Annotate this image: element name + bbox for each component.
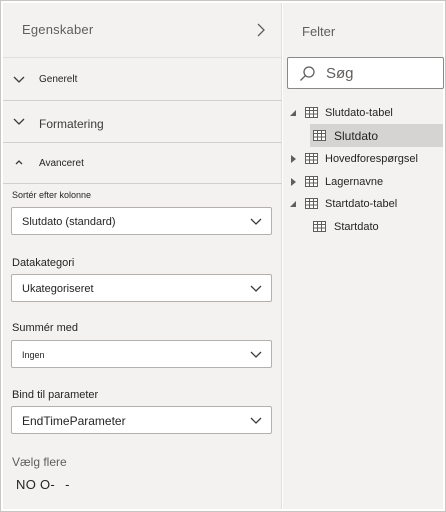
table-icon <box>305 176 318 187</box>
chevron-down-icon <box>250 351 262 358</box>
multi-select-label: Vælg flere <box>12 455 67 469</box>
tree-item-label: Slutdato-tabel <box>325 107 393 119</box>
chevron-up-icon <box>15 160 23 165</box>
properties-title: Egenskaber <box>22 22 94 37</box>
table-icon <box>313 130 326 141</box>
chevron-right-icon[interactable] <box>254 21 268 39</box>
bind-to-parameter-dropdown[interactable]: EndTimeParameter <box>11 406 272 434</box>
multi-select-toggle[interactable]: NO O- - <box>16 477 70 492</box>
tree-item-label: Hovedforespørgsel <box>325 153 418 165</box>
sort-by-dropdown[interactable]: Slutdato (standard) <box>11 207 272 235</box>
multi-select-toggle-extra: - <box>65 477 70 492</box>
fields-title: Felter <box>302 24 336 39</box>
table-icon <box>305 198 318 209</box>
tree-item-label: Startdato <box>334 221 379 233</box>
summarize-by-label: Summér med <box>12 322 79 334</box>
chevron-down-icon <box>250 218 262 225</box>
sort-by-value: Slutdato (standard) <box>22 216 116 228</box>
multi-select-toggle-text: NO O- <box>16 477 56 492</box>
section-general-label: Generelt <box>39 74 78 85</box>
sort-by-label: Sortér efter kolonne <box>12 190 92 200</box>
tree-table-lagernavne[interactable]: Lagernavne <box>283 171 443 193</box>
section-advanced[interactable]: Avanceret <box>3 143 282 184</box>
collapsed-triangle-icon[interactable] <box>290 155 298 163</box>
section-advanced-label: Avanceret <box>39 158 84 169</box>
fields-pane: Felter Slutdato-tabel Slutdato Hovedfore… <box>283 3 444 509</box>
collapsed-triangle-icon[interactable] <box>290 178 298 186</box>
expanded-triangle-icon[interactable] <box>289 109 297 117</box>
data-category-dropdown[interactable]: Ukategoriseret <box>11 274 272 302</box>
search-input[interactable] <box>326 63 436 83</box>
data-category-label: Datakategori <box>12 257 75 269</box>
chevron-down-icon <box>13 118 25 125</box>
bind-to-parameter-label: Bind til parameter <box>12 389 99 401</box>
search-icon <box>300 66 315 81</box>
table-icon <box>305 153 318 164</box>
section-general[interactable]: Generelt <box>3 59 282 101</box>
bind-to-parameter-value: EndTimeParameter <box>22 414 126 428</box>
summarize-by-dropdown[interactable]: Ingen <box>11 340 272 368</box>
tree-item-label: Startdato-tabel <box>325 198 398 210</box>
properties-pane: Egenskaber Generelt Formatering Avancere… <box>3 3 282 509</box>
chevron-down-icon <box>250 417 262 424</box>
tree-table-startdato[interactable]: Startdato-tabel <box>283 193 443 215</box>
expanded-triangle-icon[interactable] <box>289 200 297 208</box>
properties-header: Egenskaber <box>3 3 282 58</box>
section-formatting-label: Formatering <box>39 117 104 131</box>
tree-field-startdato[interactable]: Startdato <box>310 216 443 238</box>
tree-item-label: Slutdato <box>334 129 379 143</box>
data-category-value: Ukategoriseret <box>22 283 94 295</box>
search-box[interactable] <box>287 57 444 89</box>
summarize-by-value: Ingen <box>22 350 45 360</box>
table-icon <box>313 221 326 232</box>
tree-item-label: Lagernavne <box>325 176 384 188</box>
tree-table-hovedforespoergsel[interactable]: Hovedforespørgsel <box>283 148 443 170</box>
tree-table-slutdato[interactable]: Slutdato-tabel <box>283 102 443 124</box>
section-formatting[interactable]: Formatering <box>3 101 282 143</box>
table-icon <box>305 107 318 118</box>
tree-field-slutdato[interactable]: Slutdato <box>310 124 443 147</box>
chevron-down-icon <box>250 285 262 292</box>
chevron-down-icon <box>13 76 25 83</box>
